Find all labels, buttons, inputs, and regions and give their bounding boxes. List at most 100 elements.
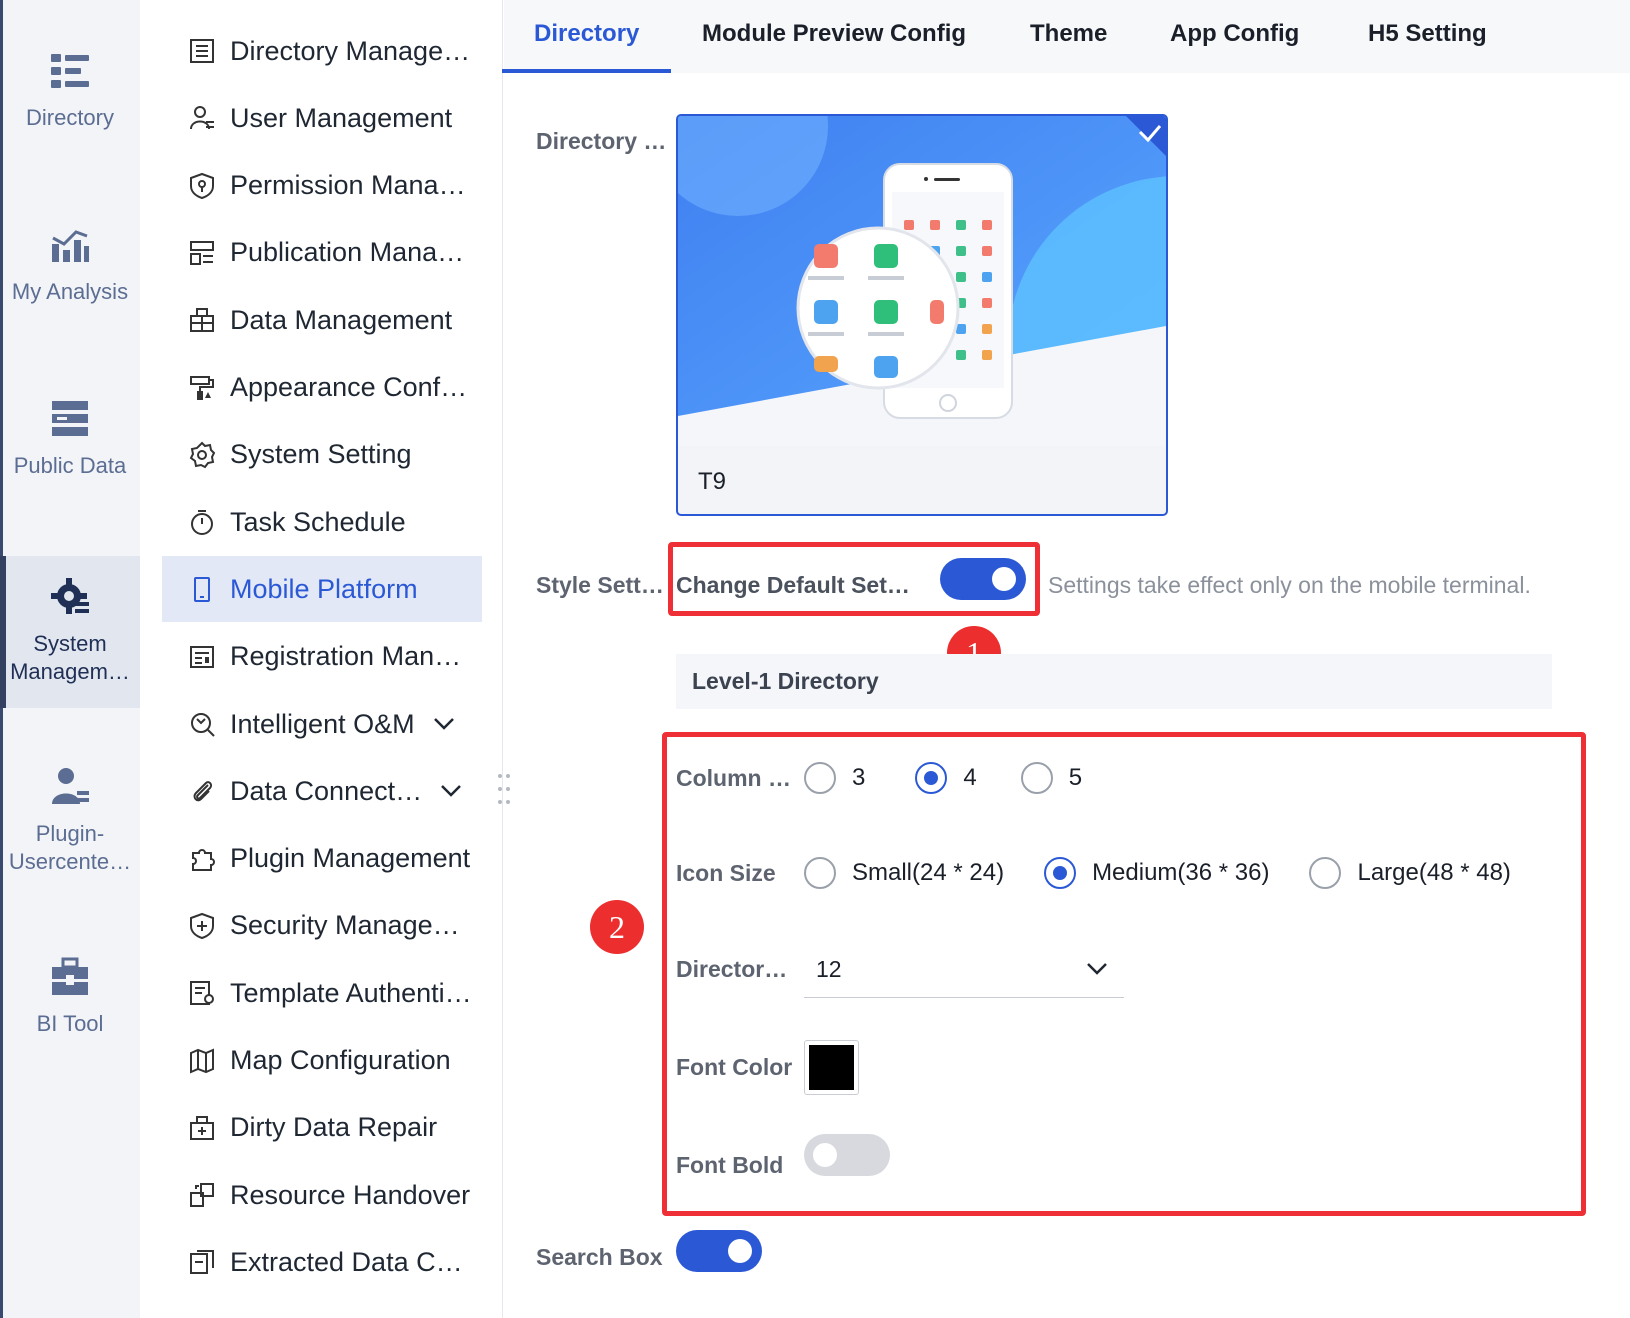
- menu-item-intelligent-o-m[interactable]: Intelligent O&M: [162, 691, 482, 757]
- menu-item-permission-mana[interactable]: Permission Mana…: [162, 153, 482, 219]
- paint-roller-icon: [190, 375, 214, 400]
- rail-label-line1: System: [33, 631, 107, 656]
- database-icon: [190, 308, 214, 333]
- menu-item-label: Data Management: [230, 304, 453, 335]
- tab-label: Theme: [1030, 20, 1108, 47]
- select-value: 12: [816, 956, 842, 982]
- user-icon: [190, 106, 214, 130]
- menu-item-data-connect[interactable]: Data Connect…: [162, 758, 482, 824]
- menu-item-publication-mana[interactable]: Publication Mana…: [162, 220, 482, 286]
- menu-item-label: Task Schedule: [230, 506, 406, 537]
- settings-tabs: Directory Module Preview Config Theme Ap…: [502, 0, 1630, 73]
- menu-item-task-schedule[interactable]: Task Schedule: [162, 489, 482, 555]
- menu-item-dirty-data-repair[interactable]: Dirty Data Repair: [162, 1095, 482, 1161]
- radio-label: Large(48 * 48): [1357, 859, 1511, 886]
- radio-circle: [1020, 762, 1053, 794]
- public-data-icon: [52, 401, 88, 436]
- column-option-3[interactable]: 3: [804, 762, 865, 794]
- publication-icon: [190, 240, 214, 265]
- template-card-t9[interactable]: T9: [676, 114, 1168, 516]
- menu-item-template-authenti[interactable]: Template Authenti…: [162, 960, 482, 1026]
- search-box-label: Search Box: [536, 1244, 663, 1270]
- mobile-icon: [194, 577, 210, 603]
- font-color-picker[interactable]: [804, 1040, 859, 1095]
- menu-item-data-management[interactable]: Data Management: [162, 287, 482, 353]
- toggle-knob: [813, 1143, 837, 1167]
- system-management-menu: Directory Manage… User Management Permissi…: [140, 0, 503, 1318]
- chevron-down-icon[interactable]: [440, 784, 462, 798]
- rail-item-plugin-usercenter[interactable]: Plugin- Usercente…: [0, 766, 140, 896]
- radio-circle: [1309, 857, 1342, 889]
- menu-item-label: Template Authenti…: [230, 977, 472, 1008]
- font-bold-toggle[interactable]: [804, 1134, 890, 1176]
- menu-item-directory-manage[interactable]: Directory Manage…: [162, 18, 482, 84]
- map-icon: [190, 1047, 214, 1074]
- radio-label: 5: [1068, 764, 1083, 791]
- plugin-user-icon: [52, 768, 89, 804]
- directory-icon: [51, 54, 89, 88]
- section-level1-directory: Level-1 Directory: [676, 654, 1552, 709]
- menu-item-label: Permission Mana…: [230, 170, 466, 201]
- rail-item-bi-tool[interactable]: BI Tool: [0, 956, 140, 1066]
- tab-label: Module Preview Config: [702, 20, 967, 47]
- active-tab-underline: [502, 69, 672, 73]
- drag-handle-icon[interactable]: [496, 772, 512, 806]
- primary-nav-rail: Directory My Analysis Public Data System…: [0, 0, 140, 1318]
- icon-size-small-option[interactable]: Small(24 * 24): [804, 857, 1004, 889]
- column-option-4[interactable]: 4: [915, 762, 977, 794]
- tab-module-preview-config[interactable]: Module Preview Config: [702, 0, 966, 73]
- tab-label: App Config: [1170, 20, 1300, 47]
- gear-icon: [189, 441, 216, 469]
- menu-item-registration-man[interactable]: Registration Man…: [162, 624, 482, 690]
- menu-item-resource-handover[interactable]: Resource Handover: [162, 1162, 482, 1228]
- rail-item-public-data[interactable]: Public Data: [0, 398, 140, 508]
- menu-item-appearance-conf[interactable]: Appearance Conf…: [162, 355, 482, 421]
- radio-label: 3: [852, 764, 866, 791]
- style-setting-label: Style Sett…: [536, 572, 664, 598]
- active-indicator: [0, 556, 6, 708]
- rail-item-my-analysis[interactable]: My Analysis: [0, 224, 140, 334]
- rail-item-system-management[interactable]: System Managem…: [0, 556, 140, 708]
- om-icon: [191, 713, 215, 737]
- highlight-box-1: [668, 542, 1040, 616]
- tab-app-config[interactable]: App Config: [1170, 0, 1299, 73]
- menu-item-label: Plugin Management: [230, 843, 471, 874]
- radio-circle: [1044, 857, 1077, 889]
- font-color-label: Font Color: [676, 1054, 793, 1080]
- directory-font-size-select[interactable]: 12: [804, 946, 1124, 998]
- tab-theme[interactable]: Theme: [1030, 0, 1107, 73]
- menu-item-user-management[interactable]: User Management: [162, 85, 482, 151]
- tab-h5-setting[interactable]: H5 Setting: [1368, 0, 1487, 73]
- tab-directory[interactable]: Directory: [502, 0, 672, 73]
- menu-item-plugin-management[interactable]: Plugin Management: [162, 826, 482, 892]
- menu-item-security-manage[interactable]: Security Manage…: [162, 893, 482, 959]
- toggle-knob: [728, 1239, 752, 1263]
- menu-item-system-setting[interactable]: System Setting: [162, 422, 482, 488]
- search-box-toggle[interactable]: [676, 1230, 762, 1272]
- shield-plus-icon: [190, 912, 214, 939]
- directory-font-size-label: Director…: [676, 956, 788, 982]
- handover-icon: [190, 1183, 214, 1208]
- rail-label-line2: Managem…: [10, 659, 130, 684]
- template-name: T9: [698, 468, 727, 495]
- font-bold-label: Font Bold: [676, 1152, 784, 1178]
- menu-item-extracted-data-c[interactable]: Extracted Data C…: [162, 1229, 482, 1295]
- column-option-5[interactable]: 5: [1020, 762, 1083, 794]
- menu-item-label: Dirty Data Repair: [230, 1112, 438, 1143]
- radio-circle: [804, 762, 836, 794]
- rail-item-directory[interactable]: Directory: [0, 50, 140, 160]
- highlight-box-2: [662, 732, 1586, 1216]
- system-gear-icon: [51, 578, 89, 614]
- menu-item-label: System Setting: [230, 439, 412, 470]
- rail-label: BI Tool: [36, 1011, 104, 1036]
- tab-label: Directory: [534, 20, 640, 47]
- menu-item-map-configuration[interactable]: Map Configuration: [162, 1028, 482, 1094]
- icon-size-medium-option[interactable]: Medium(36 * 36): [1044, 857, 1269, 889]
- chevron-down-icon[interactable]: [433, 717, 455, 731]
- rail-label: Public Data: [13, 453, 127, 478]
- icon-size-large-option[interactable]: Large(48 * 48): [1309, 857, 1511, 889]
- menu-item-mobile-platform[interactable]: Mobile Platform: [162, 556, 482, 623]
- menu-item-label: Security Manage…: [230, 910, 460, 941]
- template-preview-image: [678, 116, 1166, 446]
- menu-item-label: Directory Manage…: [230, 35, 471, 66]
